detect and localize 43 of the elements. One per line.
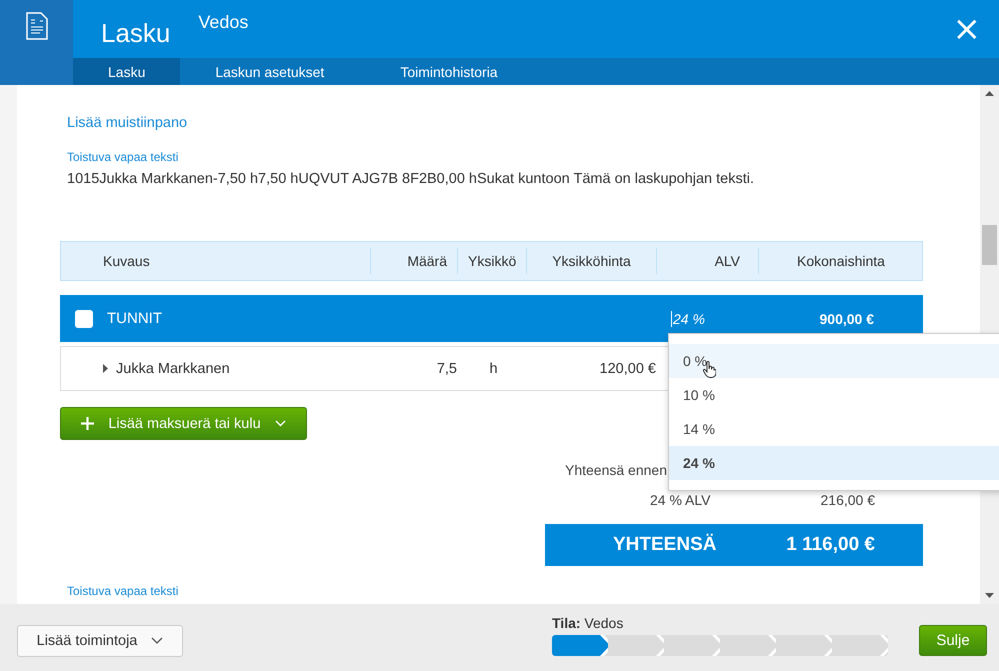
vat-label: 24 % ALV <box>650 492 710 508</box>
column-header: Kokonaishinta <box>758 248 923 274</box>
total-amount: 1 116,00 € <box>786 534 875 556</box>
add-note-link[interactable]: Lisää muistiinpano <box>67 115 980 131</box>
column-header: Yksikköhinta <box>526 248 656 274</box>
tab[interactable]: Lasku <box>73 58 180 85</box>
free-text: 1015Jukka Markkanen-7,50 h7,50 hUQVUT AJG7B 8F2B0,00 hSukat kuntoon Tämä on laskupohjan teksti. <box>67 171 756 187</box>
vat-amount: 216,00 € <box>820 492 875 508</box>
tab[interactable]: Toimintohistoria <box>365 58 533 85</box>
table-cell-text: 120,00 € <box>598 360 656 376</box>
column-header: Kuvaus <box>102 252 151 271</box>
chevron-down-icon <box>274 420 286 427</box>
vat-input[interactable]: 24 % <box>671 310 705 326</box>
scroll-up-icon <box>985 91 994 96</box>
more-actions-button[interactable]: Lisää toimintoja <box>17 624 183 656</box>
subtotal-label: Yhteensä ennen <box>565 462 667 478</box>
close-button[interactable]: Sulje <box>919 625 987 656</box>
invoice-status: Vedos <box>198 12 248 33</box>
dropdown-option[interactable]: 24 % <box>669 446 999 480</box>
plus-icon <box>81 417 94 430</box>
scroll-down-icon <box>985 593 994 598</box>
column-header: ALV <box>656 248 758 274</box>
add-item-button[interactable]: Lisää maksuerä tai kulu <box>60 407 307 440</box>
state-text: Tila: Vedos <box>552 615 624 631</box>
column-header: Määrä <box>370 248 457 274</box>
free-text-label: Toistuva vapaa teksti <box>67 150 180 164</box>
group-name: TUNNIT <box>107 310 162 327</box>
group-total: 900,00 € <box>818 310 875 326</box>
checkbox[interactable] <box>75 310 93 328</box>
tab[interactable]: Laskun asetukset <box>180 58 360 85</box>
table-cell-text: 7,5 <box>436 360 457 376</box>
expand-caret-icon[interactable] <box>103 364 108 373</box>
item-description: Jukka Markkanen <box>116 360 230 376</box>
column-header: Yksikkö <box>457 248 526 274</box>
scrollbar-thumb[interactable] <box>982 224 997 264</box>
dropdown-option[interactable]: 0 % <box>669 344 999 378</box>
free-text-label: Toistuva vapaa teksti <box>67 584 180 598</box>
invoice-icon <box>26 12 48 40</box>
chevron-down-icon <box>151 637 164 644</box>
table-cell-text: h <box>488 360 499 376</box>
invoice-title: Lasku <box>101 18 170 49</box>
close-button[interactable]: × <box>948 12 985 46</box>
total-label: YHTEENSÄ <box>613 534 716 556</box>
